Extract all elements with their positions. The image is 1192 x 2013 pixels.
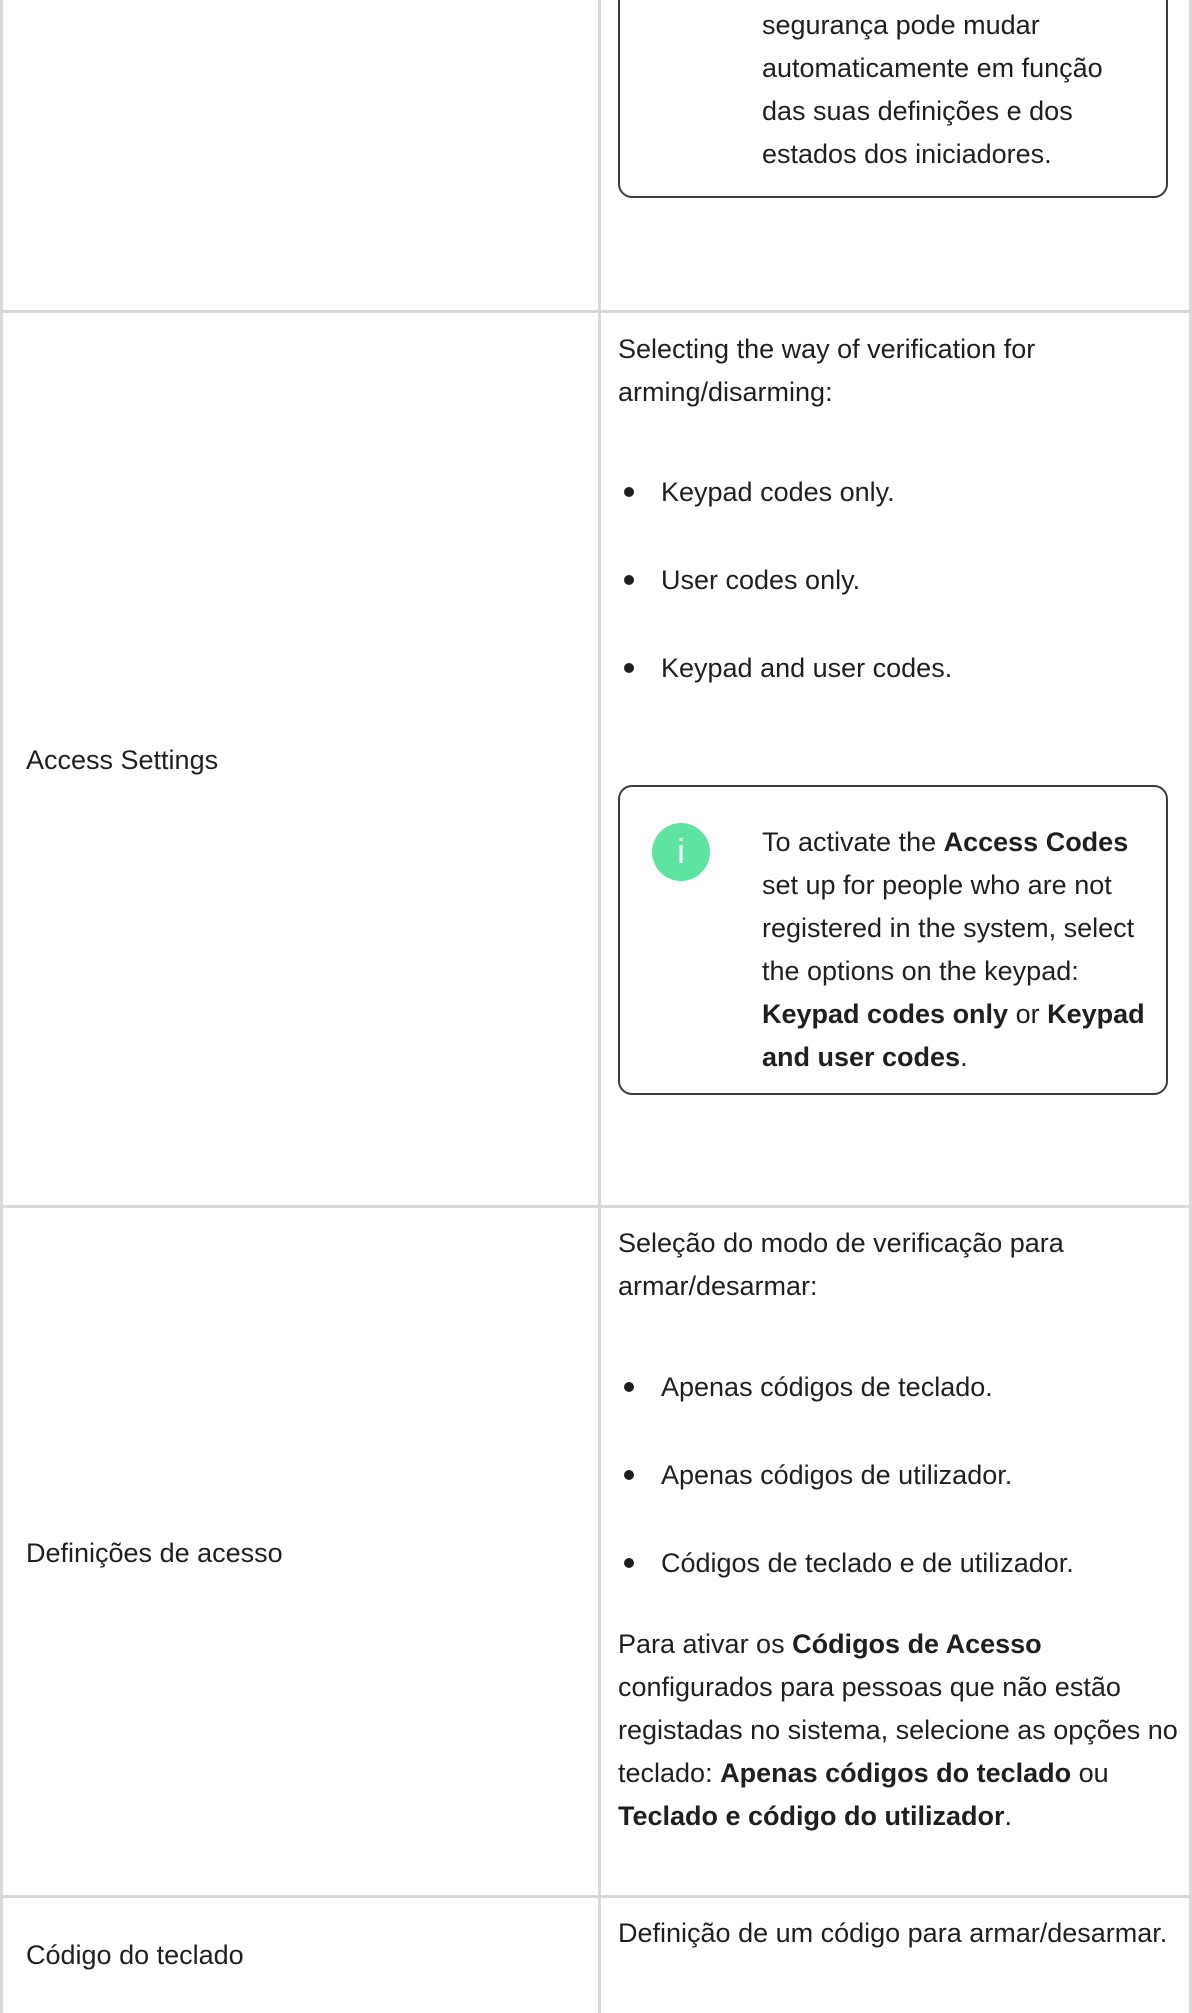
table-column-divider (598, 0, 601, 2013)
row-divider (0, 310, 1192, 313)
list-item-text: Apenas códigos de teclado. (661, 1372, 993, 1402)
note-text: segurança pode mudar automaticamente em … (762, 10, 1103, 169)
row-divider (0, 1205, 1192, 1208)
row-divider (0, 1895, 1192, 1898)
row-description: Selecting the way of verification for ar… (618, 334, 1036, 407)
bullet-dot-icon (624, 1382, 634, 1392)
note-box: segurança pode mudar automaticamente em … (618, 0, 1168, 198)
info-note-text: To activate the Access Codes set up for … (762, 827, 1145, 1072)
table-border-left (0, 0, 3, 2013)
bullet-dot-icon (624, 1470, 634, 1480)
row-label-access-settings: Access Settings (26, 745, 219, 775)
row-label-definicoes-de-acesso: Definições de acesso (26, 1538, 283, 1568)
settings-table: segurança pode mudar automaticamente em … (0, 0, 1192, 2013)
bullet-dot-icon (624, 487, 634, 497)
row-description: Definição de um código para armar/desarm… (618, 1918, 1168, 1948)
row-label-codigo-do-teclado: Código do teclado (26, 1940, 244, 1970)
list-item-text: Códigos de teclado e de utilizador. (661, 1548, 1074, 1578)
info-icon: i (652, 823, 710, 881)
bullet-dot-icon (624, 575, 634, 585)
list-item-text: Apenas códigos de utilizador. (661, 1460, 1013, 1490)
bullet-dot-icon (624, 1558, 634, 1568)
bullet-dot-icon (624, 663, 634, 673)
row-description: Seleção do modo de verificação para arma… (618, 1228, 1064, 1301)
row-note-paragraph: Para ativar os Códigos de Acesso configu… (618, 1629, 1178, 1831)
list-item-text: Keypad codes only. (661, 477, 895, 507)
list-item-text: Keypad and user codes. (661, 653, 953, 683)
info-note-box: i To activate the Access Codes set up fo… (618, 785, 1168, 1095)
list-item-text: User codes only. (661, 565, 861, 595)
